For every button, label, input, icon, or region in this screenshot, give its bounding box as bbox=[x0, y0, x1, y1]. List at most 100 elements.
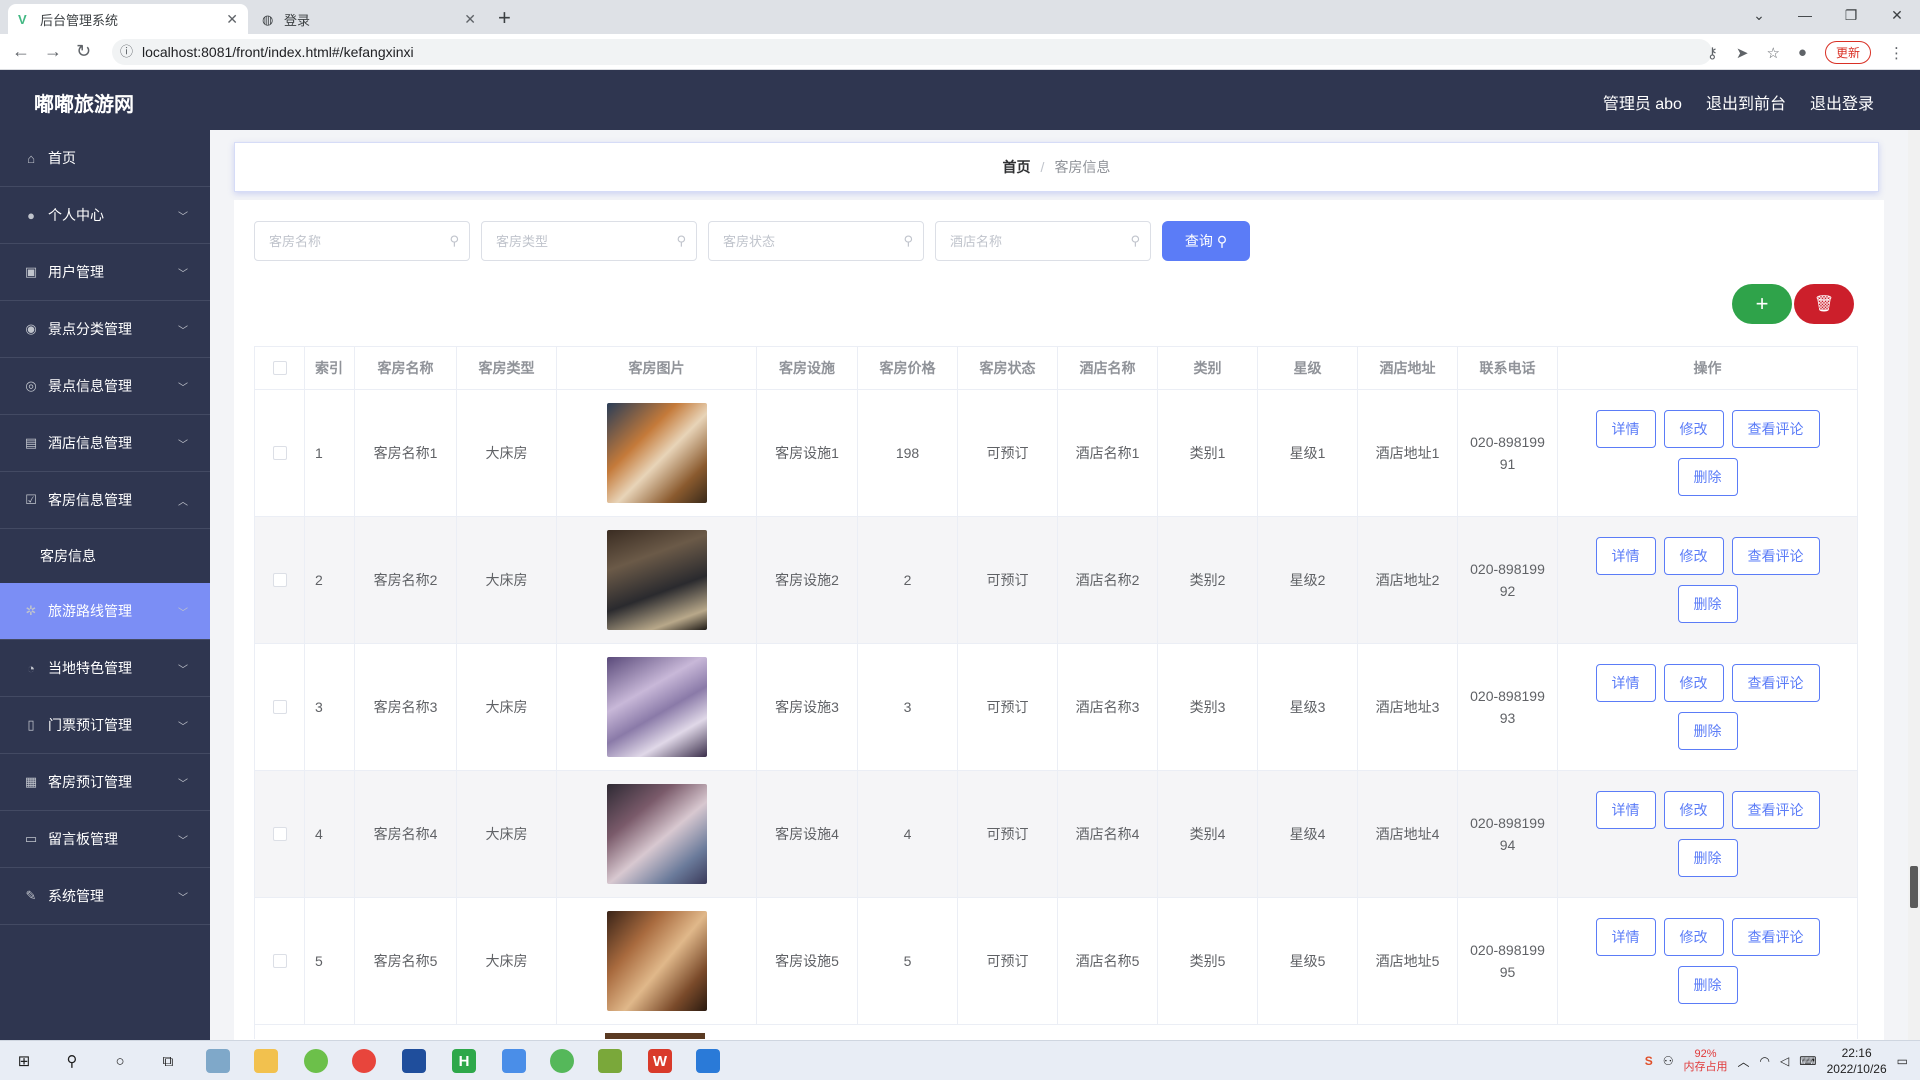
app-icon[interactable] bbox=[550, 1049, 574, 1073]
sidebar-item-system-management[interactable]: ✎ 系统管理 ﹀ bbox=[0, 868, 210, 925]
clock[interactable]: 22:16 2022/10/26 bbox=[1827, 1045, 1887, 1077]
page-scrollbar[interactable] bbox=[1908, 130, 1920, 1040]
sidebar-item-room-info-management[interactable]: ☑ 客房信息管理 ︿ bbox=[0, 472, 210, 529]
view-comments-button[interactable]: 查看评论 bbox=[1731, 791, 1820, 829]
row-checkbox[interactable] bbox=[272, 446, 287, 460]
network-icon[interactable]: ◠ bbox=[1760, 1054, 1770, 1068]
profile-icon[interactable]: ● bbox=[1798, 44, 1807, 61]
delete-button[interactable]: 删除 bbox=[1677, 966, 1738, 1004]
row-checkbox[interactable] bbox=[272, 954, 287, 968]
delete-button[interactable]: 删除 bbox=[1677, 839, 1738, 877]
room-photo[interactable] bbox=[606, 784, 707, 884]
sidebar-item-hotel-info[interactable]: ▤ 酒店信息管理 ﹀ bbox=[0, 415, 210, 472]
back-arrow-icon[interactable]: ← bbox=[12, 41, 30, 62]
edit-button[interactable]: 修改 bbox=[1663, 410, 1724, 448]
detail-button[interactable]: 详情 bbox=[1595, 410, 1656, 448]
keyboard-icon[interactable]: ⌨ bbox=[1799, 1054, 1816, 1068]
file-explorer-icon[interactable] bbox=[254, 1049, 278, 1073]
app-icon[interactable] bbox=[502, 1049, 526, 1073]
close-window-icon[interactable]: ✕ bbox=[1874, 0, 1920, 30]
view-comments-button[interactable]: 查看评论 bbox=[1731, 918, 1820, 956]
query-button[interactable]: 查询 ⚲ bbox=[1162, 221, 1250, 261]
room-photo[interactable] bbox=[606, 403, 707, 503]
room-status-input[interactable] bbox=[709, 222, 889, 260]
app-icon[interactable] bbox=[696, 1049, 720, 1073]
task-view-icon[interactable]: ⧉ bbox=[156, 1049, 180, 1073]
cortana-icon[interactable]: ○ bbox=[108, 1049, 132, 1073]
sidebar-item-scenic-info[interactable]: ◎ 景点信息管理 ﹀ bbox=[0, 358, 210, 415]
notification-icon[interactable]: ▭ bbox=[1897, 1054, 1908, 1068]
star-icon[interactable]: ☆ bbox=[1766, 44, 1779, 62]
detail-button[interactable]: 详情 bbox=[1595, 537, 1656, 575]
sidebar-item-ticket-booking[interactable]: ▯ 门票预订管理 ﹀ bbox=[0, 697, 210, 754]
add-button[interactable]: + bbox=[1732, 284, 1792, 324]
view-comments-button[interactable]: 查看评论 bbox=[1731, 537, 1820, 575]
app-icon[interactable] bbox=[304, 1049, 328, 1073]
room-type-input[interactable] bbox=[482, 222, 662, 260]
exit-to-front-link[interactable]: 退出到前台 bbox=[1706, 90, 1786, 114]
row-checkbox[interactable] bbox=[272, 573, 287, 587]
sidebar-item-local-features[interactable]: ◔ 当地特色管理 ﹀ bbox=[0, 640, 210, 697]
sidebar-item-user-management[interactable]: ▣ 用户管理 ﹀ bbox=[0, 244, 210, 301]
view-comments-button[interactable]: 查看评论 bbox=[1731, 664, 1820, 702]
notepad-icon[interactable] bbox=[598, 1049, 622, 1073]
browser-tab-admin[interactable]: V 后台管理系统 ✕ bbox=[8, 4, 248, 34]
logout-link[interactable]: 退出登录 bbox=[1810, 90, 1874, 114]
breadcrumb-home[interactable]: 首页 bbox=[1003, 157, 1031, 177]
reload-icon[interactable]: ↻ bbox=[76, 41, 91, 62]
detail-button[interactable]: 详情 bbox=[1595, 791, 1656, 829]
person-icon[interactable]: ⚇ bbox=[1663, 1054, 1674, 1068]
hotel-name-input[interactable] bbox=[936, 222, 1116, 260]
delete-button[interactable]: 删除 bbox=[1677, 458, 1738, 496]
forward-arrow-icon[interactable]: → bbox=[44, 41, 62, 62]
sogou-icon[interactable]: S bbox=[1645, 1054, 1653, 1068]
sidebar-item-personal-center[interactable]: ● 个人中心 ﹀ bbox=[0, 187, 210, 244]
tab-search-icon[interactable]: ⌄ bbox=[1736, 0, 1782, 30]
search-icon[interactable]: ⚲ bbox=[60, 1049, 84, 1073]
chrome-icon[interactable] bbox=[352, 1049, 376, 1073]
room-photo[interactable] bbox=[606, 657, 707, 757]
room-photo[interactable] bbox=[606, 911, 707, 1011]
scrollbar-thumb[interactable] bbox=[1910, 866, 1918, 908]
app-icon[interactable] bbox=[402, 1049, 426, 1073]
batch-delete-button[interactable]: 🗑 bbox=[1794, 284, 1854, 324]
row-checkbox[interactable] bbox=[272, 827, 287, 841]
sidebar-item-travel-routes[interactable]: ✲ 旅游路线管理 ﹀ bbox=[0, 583, 210, 640]
new-tab-button[interactable]: + bbox=[498, 5, 511, 31]
admin-user-label[interactable]: 管理员 abo bbox=[1603, 90, 1682, 114]
delete-button[interactable]: 删除 bbox=[1677, 585, 1738, 623]
detail-button[interactable]: 详情 bbox=[1595, 664, 1656, 702]
send-icon[interactable]: ➤ bbox=[1736, 44, 1749, 62]
room-name-input[interactable] bbox=[255, 222, 435, 260]
browser-tab-login[interactable]: ◍ 登录 ✕ bbox=[252, 4, 486, 34]
edit-button[interactable]: 修改 bbox=[1663, 664, 1724, 702]
volume-icon[interactable]: ◁ bbox=[1780, 1054, 1789, 1068]
app-icon[interactable] bbox=[206, 1049, 230, 1073]
update-button[interactable]: 更新 bbox=[1824, 41, 1871, 64]
select-all-checkbox[interactable] bbox=[272, 361, 287, 375]
edit-button[interactable]: 修改 bbox=[1663, 537, 1724, 575]
sidebar-subitem-room-info[interactable]: 客房信息 bbox=[0, 529, 210, 583]
sidebar-item-room-booking[interactable]: ▦ 客房预订管理 ﹀ bbox=[0, 754, 210, 811]
row-checkbox[interactable] bbox=[272, 700, 287, 714]
edit-button[interactable]: 修改 bbox=[1663, 918, 1724, 956]
close-icon[interactable]: ✕ bbox=[226, 11, 238, 28]
sidebar-item-scenic-category[interactable]: ◉ 景点分类管理 ﹀ bbox=[0, 301, 210, 358]
close-icon[interactable]: ✕ bbox=[464, 11, 476, 28]
sidebar-item-message-board[interactable]: ▭ 留言板管理 ﹀ bbox=[0, 811, 210, 868]
key-icon[interactable]: ⚷ bbox=[1707, 44, 1718, 62]
view-comments-button[interactable]: 查看评论 bbox=[1731, 410, 1820, 448]
menu-dots-icon[interactable]: ⋮ bbox=[1889, 44, 1904, 62]
wps-icon[interactable]: W bbox=[648, 1049, 672, 1073]
hbuilder-icon[interactable]: H bbox=[452, 1049, 476, 1073]
chevron-up-icon[interactable]: ︿ bbox=[1738, 1053, 1750, 1070]
edit-button[interactable]: 修改 bbox=[1663, 791, 1724, 829]
sidebar-item-home[interactable]: ⌂ 首页 bbox=[0, 130, 210, 187]
restore-icon[interactable]: ❐ bbox=[1828, 0, 1874, 30]
room-photo[interactable] bbox=[606, 530, 707, 630]
url-field[interactable]: ⓘ localhost:8081/front/index.html#/kefan… bbox=[112, 39, 1712, 65]
minimize-icon[interactable]: — bbox=[1782, 0, 1828, 30]
info-icon[interactable]: ⓘ bbox=[120, 39, 133, 65]
delete-button[interactable]: 删除 bbox=[1677, 712, 1738, 750]
memory-usage[interactable]: 92% 内存占用 bbox=[1684, 1048, 1728, 1074]
